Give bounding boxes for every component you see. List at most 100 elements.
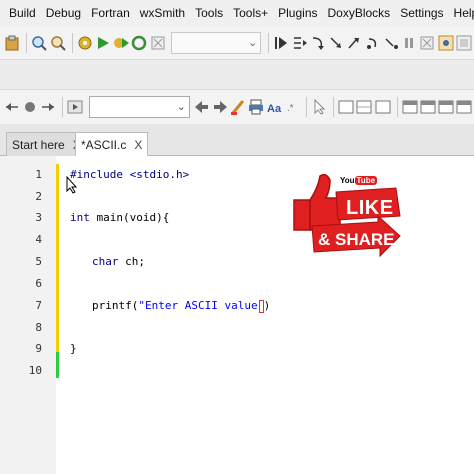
svg-text:.*: .* <box>287 103 294 114</box>
step-into-instruction-icon[interactable] <box>383 32 399 54</box>
tab-label: *ASCII.c <box>81 138 127 152</box>
code-text: main(void){ <box>89 211 170 224</box>
line-number: 2 <box>35 190 42 203</box>
menu-fortran[interactable]: Fortran <box>86 0 135 26</box>
navigate-forward-icon[interactable] <box>212 96 228 118</box>
line-number: 7 <box>35 299 42 312</box>
layout-shape-icon-3[interactable] <box>438 96 454 118</box>
code-line-7: printf("Enter ASCII value) <box>92 299 270 313</box>
line-number: 3 <box>35 211 42 224</box>
toggle-bookmark-icon[interactable] <box>22 96 38 118</box>
keyword: int <box>70 211 90 224</box>
line-number: 6 <box>35 277 42 290</box>
menu-debug[interactable]: Debug <box>41 0 86 26</box>
highlight-icon[interactable] <box>230 96 246 118</box>
line-number: 8 <box>35 321 42 334</box>
block-shape-icon[interactable] <box>338 96 354 118</box>
loop-shape-icon[interactable] <box>375 96 391 118</box>
saved-lines-marker <box>56 352 59 378</box>
debug-continue-icon[interactable] <box>273 32 289 54</box>
toolbar-separator <box>268 32 270 53</box>
toolbar-separator <box>396 97 398 117</box>
menu-build[interactable]: Build <box>4 0 41 26</box>
menu-tools-plus[interactable]: Tools+ <box>228 0 273 26</box>
build-run-icon[interactable] <box>113 32 130 54</box>
print-icon[interactable] <box>248 96 264 118</box>
code-text: ) <box>263 299 271 312</box>
mouse-pointer-icon <box>66 176 78 194</box>
code-line-5: char ch; <box>92 255 145 268</box>
debug-windows-icon[interactable] <box>437 32 454 54</box>
line-number-gutter: 1 2 3 4 5 6 7 8 9 10 <box>0 156 56 474</box>
toolbar-area-empty <box>0 60 474 90</box>
next-line-icon[interactable] <box>310 32 326 54</box>
next-instruction-icon[interactable] <box>364 32 380 54</box>
line-number: 4 <box>35 233 42 246</box>
line-number: 5 <box>35 255 42 268</box>
thumb-up-icon-body <box>309 173 341 231</box>
tab-label: Start here <box>12 137 65 152</box>
menu-settings[interactable]: Settings <box>395 0 448 26</box>
step-out-icon[interactable] <box>346 32 362 54</box>
code-completion-icon[interactable] <box>67 96 83 118</box>
svg-text:Aa: Aa <box>267 103 282 115</box>
menu-bar: Build Debug Fortran wxSmith Tools Tools+… <box>0 0 474 26</box>
function-call: printf( <box>92 299 139 312</box>
paste-icon[interactable] <box>4 32 20 54</box>
decision-shape-icon[interactable] <box>356 96 372 118</box>
scope-select[interactable]: ⌄ <box>89 96 190 118</box>
keyword: char <box>92 255 119 268</box>
line-number: 10 <box>28 364 42 377</box>
layout-shape-icon-2[interactable] <box>420 96 436 118</box>
step-into-icon[interactable] <box>328 32 344 54</box>
replace-icon[interactable] <box>49 32 66 54</box>
code-line-9: } <box>70 342 77 355</box>
menu-plugins[interactable]: Plugins <box>273 0 322 26</box>
run-to-cursor-icon[interactable] <box>291 32 307 54</box>
code-editor[interactable]: 1 2 3 4 5 6 7 8 9 10 #include <stdio.h> … <box>0 156 474 474</box>
menu-help[interactable]: Help <box>449 0 474 26</box>
font-icon[interactable]: Aa <box>266 96 282 118</box>
share-label: & SHARE <box>318 230 395 249</box>
menu-doxyblocks[interactable]: DoxyBlocks <box>323 0 396 26</box>
thumb-up-icon <box>293 199 311 231</box>
pause-icon[interactable] <box>401 32 417 54</box>
build-gear-icon[interactable] <box>77 32 93 54</box>
include-directive: #include <stdio.h> <box>70 168 190 181</box>
jump-back-icon[interactable] <box>4 96 20 118</box>
abort-icon[interactable] <box>150 32 166 54</box>
string-literal: "Enter ASCII value <box>138 299 258 312</box>
main-toolbar: ⌄ <box>0 26 474 60</box>
modified-lines-marker <box>56 164 59 352</box>
code-line-1: #include <stdio.h> <box>70 168 189 181</box>
code-text: } <box>70 342 77 355</box>
find-icon[interactable] <box>31 32 47 54</box>
close-icon[interactable]: X <box>134 138 142 152</box>
rebuild-icon[interactable] <box>131 32 147 54</box>
jump-forward-icon[interactable] <box>40 96 56 118</box>
toolbar-separator <box>71 32 73 53</box>
menu-tools[interactable]: Tools <box>190 0 228 26</box>
youtube-logo: You Tube <box>340 176 378 185</box>
toolbar-separator <box>26 32 28 53</box>
build-target-select[interactable]: ⌄ <box>170 31 262 54</box>
regex-icon[interactable]: .* <box>284 96 300 118</box>
toolbar-separator <box>333 97 335 117</box>
toolbar-separator <box>306 97 308 117</box>
select-pointer-icon[interactable] <box>311 96 327 118</box>
line-number: 1 <box>35 168 42 181</box>
menu-wxsmith[interactable]: wxSmith <box>135 0 190 26</box>
line-number: 9 <box>35 342 42 355</box>
code-text: ch; <box>118 255 145 268</box>
code-line-3: int main(void){ <box>70 211 169 224</box>
tab-ascii-c[interactable]: *ASCII.c X <box>75 132 149 157</box>
navigate-back-icon[interactable] <box>194 96 210 118</box>
run-icon[interactable] <box>95 32 111 54</box>
layout-shape-icon-1[interactable] <box>402 96 418 118</box>
toolbar-separator <box>62 97 64 117</box>
like-label: LIKE <box>346 197 394 219</box>
various-info-icon[interactable] <box>456 32 472 54</box>
editor-tab-strip: Start here X *ASCII.c X <box>0 124 474 157</box>
layout-shape-icon-4[interactable] <box>456 96 472 118</box>
stop-icon[interactable] <box>419 32 435 54</box>
